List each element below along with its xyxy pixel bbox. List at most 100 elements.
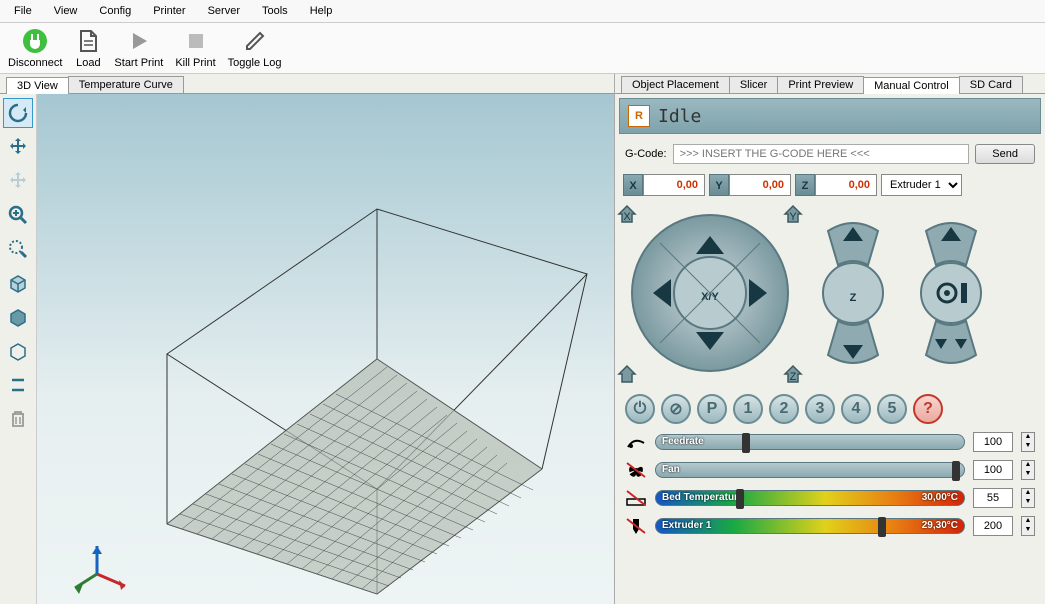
zoom-fit-button[interactable] <box>3 234 33 264</box>
pencil-icon <box>241 27 269 55</box>
jog-panel: X/Y X Y Z Z <box>615 200 1045 390</box>
tab-3d-view[interactable]: 3D View <box>6 77 69 94</box>
svg-text:Y: Y <box>789 211 797 223</box>
extruder-select[interactable]: Extruder 1 <box>881 174 962 196</box>
extruder-temp-reading: 29,30°C <box>922 520 958 531</box>
top-view-button[interactable] <box>3 336 33 366</box>
power-button[interactable]: ⏻ <box>625 394 655 424</box>
fan-spinner[interactable]: ▲▼ <box>1021 460 1035 480</box>
fan-row: Fan 100 ▲▼ <box>615 456 1045 484</box>
feedrate-spinner[interactable]: ▲▼ <box>1021 432 1035 452</box>
preset-5-button[interactable]: 5 <box>877 394 907 424</box>
extruder-temp-spinner[interactable]: ▲▼ <box>1021 516 1035 536</box>
feedrate-slider[interactable]: Feedrate <box>655 434 965 450</box>
extruder-jog-dial <box>911 213 991 373</box>
y-value: 0,00 <box>729 174 791 196</box>
feedrate-value[interactable]: 100 <box>973 432 1013 452</box>
status-text: Idle <box>658 106 701 127</box>
zoom-button[interactable] <box>3 200 33 230</box>
front-view-button[interactable] <box>3 302 33 332</box>
menu-help[interactable]: Help <box>300 2 343 20</box>
file-icon <box>74 27 102 55</box>
hotend-icon <box>625 517 647 535</box>
menu-file[interactable]: File <box>4 2 42 20</box>
menu-server[interactable]: Server <box>198 2 250 20</box>
kill-print-button[interactable]: Kill Print <box>175 27 215 69</box>
fan-label: Fan <box>662 464 680 475</box>
status-bar: R Idle <box>619 98 1041 134</box>
trash-button[interactable] <box>3 404 33 434</box>
left-tabs: 3D View Temperature Curve <box>0 74 614 94</box>
y-label: Y <box>709 174 729 196</box>
x-value: 0,00 <box>643 174 705 196</box>
extrude-button[interactable] <box>926 321 976 363</box>
feedrate-row: Feedrate 100 ▲▼ <box>615 428 1045 456</box>
right-tabs: Object Placement Slicer Print Preview Ma… <box>615 74 1045 94</box>
menu-view[interactable]: View <box>44 2 88 20</box>
gcode-input[interactable] <box>673 144 970 164</box>
extruder-temp-value[interactable]: 200 <box>973 516 1013 536</box>
menu-config[interactable]: Config <box>89 2 141 20</box>
send-button[interactable]: Send <box>975 144 1035 164</box>
home-y-button[interactable]: Y <box>781 202 805 226</box>
svg-text:Z: Z <box>790 371 797 383</box>
quick-buttons: ⏻ ⊘ P 1 2 3 4 5 ? <box>615 390 1045 428</box>
parallel-view-button[interactable] <box>3 370 33 400</box>
home-z-button[interactable]: Z <box>781 362 805 386</box>
view-toolbar <box>0 94 37 604</box>
menubar: File View Config Printer Server Tools He… <box>0 0 1045 23</box>
preset-1-button[interactable]: 1 <box>733 394 763 424</box>
feedrate-label: Feedrate <box>662 436 704 447</box>
3d-scene[interactable] <box>37 94 614 604</box>
load-button[interactable]: Load <box>74 27 102 69</box>
rotate-view-button[interactable] <box>3 98 33 128</box>
z-jog-dial: Z <box>813 213 893 373</box>
bed-icon <box>625 489 647 507</box>
plug-icon <box>21 27 49 55</box>
tab-print-preview[interactable]: Print Preview <box>777 76 864 93</box>
extruder-temp-slider[interactable]: Extruder 1 29,30°C <box>655 518 965 534</box>
home-all-button[interactable] <box>615 362 639 386</box>
stop-motor-button[interactable]: ⊘ <box>661 394 691 424</box>
fan-slider[interactable]: Fan <box>655 462 965 478</box>
bed-temp-value[interactable]: 55 <box>973 488 1013 508</box>
start-print-button[interactable]: Start Print <box>114 27 163 69</box>
help-button[interactable]: ? <box>913 394 943 424</box>
park-button[interactable]: P <box>697 394 727 424</box>
repetier-icon: R <box>628 105 650 127</box>
preset-2-button[interactable]: 2 <box>769 394 799 424</box>
z-value: 0,00 <box>815 174 877 196</box>
tab-manual-control[interactable]: Manual Control <box>863 77 960 94</box>
preset-4-button[interactable]: 4 <box>841 394 871 424</box>
z-center-label: Z <box>850 292 857 304</box>
tab-slicer[interactable]: Slicer <box>729 76 779 93</box>
extruder-temp-label: Extruder 1 <box>662 520 711 531</box>
move-view-button[interactable] <box>3 132 33 162</box>
stop-icon <box>182 27 210 55</box>
menu-printer[interactable]: Printer <box>143 2 195 20</box>
bed-temp-slider[interactable]: Bed Temperature 30,00°C <box>655 490 965 506</box>
toolbar: Disconnect Load Start Print Kill Print T… <box>0 23 1045 74</box>
tab-temperature-curve[interactable]: Temperature Curve <box>68 76 184 93</box>
toggle-log-button[interactable]: Toggle Log <box>228 27 282 69</box>
move-object-button[interactable] <box>3 166 33 196</box>
load-label: Load <box>76 57 100 69</box>
preset-3-button[interactable]: 3 <box>805 394 835 424</box>
fan-icon <box>625 461 647 479</box>
home-x-button[interactable]: X <box>615 202 639 226</box>
menu-tools[interactable]: Tools <box>252 2 298 20</box>
extruder-temp-row: Extruder 1 29,30°C 200 ▲▼ <box>615 512 1045 540</box>
kill-label: Kill Print <box>175 57 215 69</box>
play-icon <box>125 27 153 55</box>
tab-object-placement[interactable]: Object Placement <box>621 76 730 93</box>
toggle-label: Toggle Log <box>228 57 282 69</box>
coord-row: X0,00 Y0,00 Z0,00 Extruder 1 <box>615 170 1045 200</box>
build-volume-wireframe <box>37 94 614 599</box>
bed-temp-spinner[interactable]: ▲▼ <box>1021 488 1035 508</box>
fan-value[interactable]: 100 <box>973 460 1013 480</box>
disconnect-button[interactable]: Disconnect <box>8 27 62 69</box>
iso-view-button[interactable] <box>3 268 33 298</box>
x-label: X <box>623 174 643 196</box>
tab-sd-card[interactable]: SD Card <box>959 76 1023 93</box>
bed-temp-reading: 30,00°C <box>922 492 958 503</box>
